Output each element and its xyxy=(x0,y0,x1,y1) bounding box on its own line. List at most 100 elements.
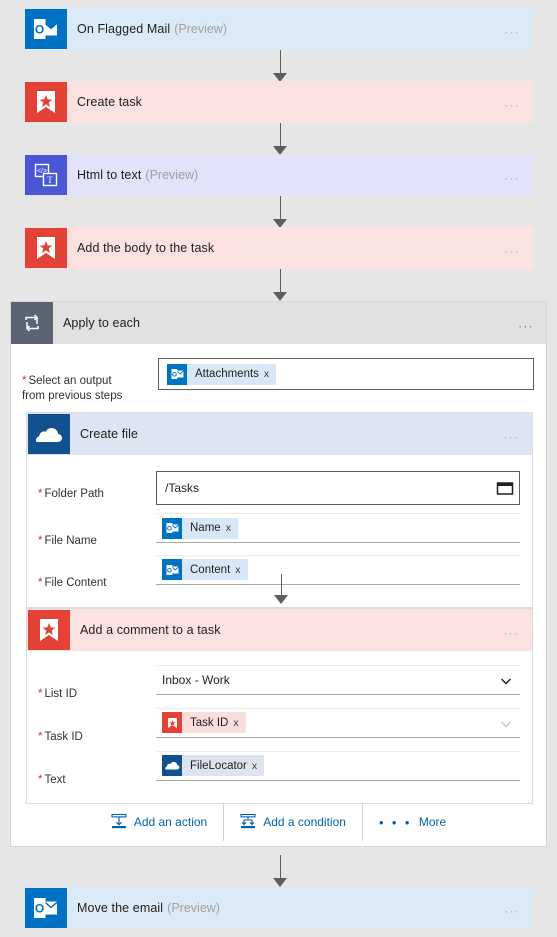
field-row-text: * Text FileLocator x xyxy=(27,745,532,804)
field-label-list-id: * List ID xyxy=(38,665,156,702)
field-label-text: File Name xyxy=(44,535,97,548)
task-id-input[interactable]: Task ID x xyxy=(156,707,520,738)
required-asterisk: * xyxy=(38,488,43,501)
connector-arrow xyxy=(271,196,289,228)
text-input[interactable]: FileLocator x xyxy=(156,750,520,781)
list-id-value: Inbox - Work xyxy=(162,673,230,687)
token-content[interactable]: O Content x xyxy=(162,559,248,581)
step-menu-button[interactable]: ... xyxy=(504,902,520,915)
step-title: On Flagged Mail xyxy=(77,22,171,36)
svg-text:O: O xyxy=(166,567,171,574)
loop-output-input[interactable]: O Attachments x xyxy=(158,358,534,390)
step-header: Add the body to the task ... xyxy=(67,228,532,268)
field-control-file-name: O Name x xyxy=(156,513,520,543)
field-label-file-name: * File Name xyxy=(38,513,156,549)
add-comment-menu-button[interactable]: ... xyxy=(503,624,519,637)
svg-text:O: O xyxy=(35,902,44,916)
token-label: FileLocator xyxy=(190,759,247,772)
flow-designer-canvas: O On Flagged Mail (Preview) ... Create t… xyxy=(0,0,557,937)
apply-to-each-header[interactable]: Apply to each ... xyxy=(11,302,546,344)
field-control-folder-path: /Tasks xyxy=(156,471,520,505)
folder-path-value: /Tasks xyxy=(165,481,200,495)
loop-output-label: * Select an output from previous steps xyxy=(22,358,152,403)
step-menu-button[interactable]: ... xyxy=(504,242,520,255)
html-to-text-icon: </> T xyxy=(25,155,67,195)
loop-output-label-text: Select an output from previous steps xyxy=(22,375,123,402)
add-condition-icon xyxy=(240,813,256,832)
svg-text:O: O xyxy=(166,526,171,533)
field-label-text: Folder Path xyxy=(44,488,104,501)
flow-step-on-flagged-mail[interactable]: O On Flagged Mail (Preview) ... xyxy=(24,8,533,50)
token-attachments[interactable]: O Attachments x xyxy=(167,363,277,385)
field-label-text: Task ID xyxy=(44,731,83,744)
step-header: Html to text (Preview) ... xyxy=(67,155,532,195)
flow-step-move-the-email[interactable]: O Move the email (Preview) ... xyxy=(24,887,533,929)
nested-step-add-comment: Add a comment to a task ... * List ID Inb… xyxy=(26,608,533,805)
step-preview-tag: (Preview) xyxy=(145,168,199,182)
add-a-condition-label: Add a condition xyxy=(263,815,346,829)
step-menu-button[interactable]: ... xyxy=(504,169,520,182)
field-row-list-id: * List ID Inbox - Work xyxy=(27,651,532,702)
field-label-folder-path: * Folder Path xyxy=(38,471,156,502)
connector-arrow xyxy=(271,50,289,82)
step-header: Create task ... xyxy=(67,82,532,122)
loop-menu-button[interactable]: ... xyxy=(518,317,534,330)
required-asterisk: * xyxy=(22,375,27,388)
step-header: On Flagged Mail (Preview) ... xyxy=(67,9,532,49)
loop-header-inner: Apply to each ... xyxy=(53,302,546,344)
wunderlist-icon xyxy=(25,228,67,268)
token-label: Task ID xyxy=(190,716,229,729)
token-remove-button[interactable]: x xyxy=(226,522,238,534)
step-menu-button[interactable]: ... xyxy=(504,96,520,109)
connector-arrow xyxy=(271,269,289,301)
wunderlist-icon xyxy=(162,712,182,734)
create-file-header[interactable]: Create file ... xyxy=(27,413,532,455)
field-label-text: File Content xyxy=(44,577,107,590)
create-file-title: Create file xyxy=(80,427,139,441)
onedrive-icon xyxy=(28,414,70,454)
step-title: Create task xyxy=(77,95,143,109)
flow-step-create-task[interactable]: Create task ... xyxy=(24,81,533,123)
create-file-menu-button[interactable]: ... xyxy=(503,428,519,441)
file-content-input[interactable]: O Content x xyxy=(156,554,520,585)
more-button[interactable]: • • • More xyxy=(363,803,462,841)
connector-arrow xyxy=(271,123,289,155)
token-name[interactable]: O Name x xyxy=(162,517,238,539)
folder-picker-icon[interactable] xyxy=(496,480,514,496)
add-an-action-button[interactable]: Add an action xyxy=(95,803,223,841)
step-menu-button[interactable]: ... xyxy=(504,23,520,36)
list-id-select[interactable]: Inbox - Work xyxy=(156,665,520,695)
file-name-input[interactable]: O Name x xyxy=(156,513,520,543)
add-a-condition-button[interactable]: Add a condition xyxy=(224,803,362,841)
token-remove-button[interactable]: x xyxy=(264,368,276,380)
required-asterisk: * xyxy=(38,535,43,548)
wunderlist-icon xyxy=(25,82,67,122)
token-filelocator[interactable]: FileLocator x xyxy=(162,755,265,776)
loop-add-bar: Add an action Add a condition • • • More xyxy=(11,798,546,846)
add-comment-header[interactable]: Add a comment to a task ... xyxy=(27,609,532,651)
add-action-icon xyxy=(111,813,127,832)
token-task-id[interactable]: Task ID x xyxy=(162,712,246,734)
step-title: Add the body to the task xyxy=(77,241,215,255)
add-comment-title: Add a comment to a task xyxy=(80,623,221,637)
onedrive-icon xyxy=(162,755,182,776)
svg-text:O: O xyxy=(35,23,44,37)
field-control-task-id: Task ID x xyxy=(156,707,520,738)
token-remove-button[interactable]: x xyxy=(252,760,264,772)
token-label: Name xyxy=(190,522,221,534)
flow-step-html-to-text[interactable]: </> T Html to text (Preview) ... xyxy=(24,154,533,196)
required-asterisk: * xyxy=(38,773,43,786)
create-file-header-inner: Create file ... xyxy=(70,414,531,454)
field-control-list-id: Inbox - Work xyxy=(156,665,520,695)
flow-step-add-body-to-task[interactable]: Add the body to the task ... xyxy=(24,227,533,269)
loop-output-field-row: *Select an output from previous steps O xyxy=(11,344,546,403)
required-asterisk: * xyxy=(38,577,43,590)
folder-path-input[interactable]: /Tasks xyxy=(156,471,520,505)
token-remove-button[interactable]: x xyxy=(235,564,247,576)
connector-arrow xyxy=(272,574,290,604)
add-comment-header-inner: Add a comment to a task ... xyxy=(70,610,531,650)
field-row-folder-path: * Folder Path /Tasks xyxy=(27,455,532,505)
token-remove-button[interactable]: x xyxy=(233,717,245,729)
outlook-icon: O xyxy=(167,363,187,385)
svg-text:O: O xyxy=(171,372,176,379)
